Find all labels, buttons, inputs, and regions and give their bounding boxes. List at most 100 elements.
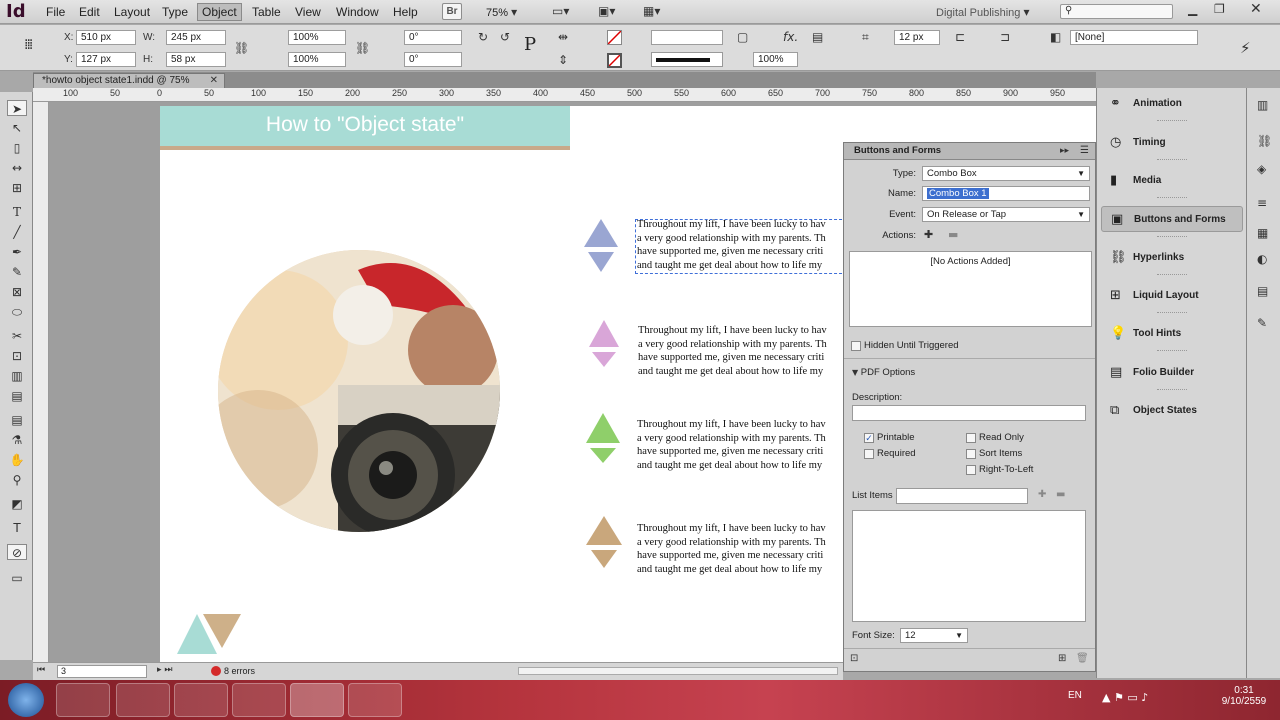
- screen-mode-tool-icon[interactable]: ▭: [7, 570, 27, 586]
- selected-frame[interactable]: [635, 219, 847, 274]
- triangle-up-1[interactable]: [584, 219, 618, 247]
- apply-none-icon[interactable]: ⊘: [7, 544, 27, 560]
- pdf-options-toggle[interactable]: ▼ PDF Options: [852, 367, 915, 378]
- errors-status[interactable]: 8 errors: [224, 666, 255, 676]
- rotate-ccw-icon[interactable]: ↺: [500, 30, 510, 44]
- horizontal-scrollbar[interactable]: [518, 667, 838, 675]
- dock-item-animation[interactable]: ⚭ Animation: [1101, 91, 1243, 117]
- align-left-icon[interactable]: ⊏: [955, 30, 965, 44]
- dock-item-tool-hints[interactable]: 💡 Tool Hints: [1101, 321, 1243, 347]
- pen-tool-icon[interactable]: ✒: [7, 244, 27, 260]
- panel-header[interactable]: Buttons and Forms ▸▸ ☰: [844, 143, 1095, 160]
- vertical-ruler[interactable]: [33, 102, 49, 662]
- menu-type[interactable]: Type: [162, 5, 188, 19]
- minimize-button[interactable]: ▁: [1188, 2, 1197, 16]
- fit-frame-icon[interactable]: ▢: [737, 30, 748, 44]
- dock-item-timing[interactable]: ◷ Timing: [1101, 130, 1243, 156]
- add-action-icon[interactable]: ✚: [924, 228, 933, 241]
- dock-item-folio-builder[interactable]: ▤ Folio Builder: [1101, 360, 1243, 386]
- constrain-proportions-icon[interactable]: ⛓: [234, 41, 249, 55]
- align-right-icon[interactable]: ⊐: [1000, 30, 1010, 44]
- page-title[interactable]: How to "Object state": [160, 113, 570, 137]
- gradient-icon[interactable]: ▤: [1257, 284, 1268, 298]
- dock-item-buttons-forms[interactable]: ▣ Buttons and Forms: [1101, 206, 1243, 232]
- menu-table[interactable]: Table: [252, 5, 281, 19]
- constrain-scale-icon[interactable]: ⛓: [355, 41, 370, 55]
- selection-tool-icon[interactable]: ➤: [7, 100, 27, 116]
- w-field[interactable]: 245 px: [166, 30, 226, 45]
- menu-window[interactable]: Window: [336, 5, 379, 19]
- stroke-swatch[interactable]: [607, 53, 622, 68]
- rotate-cw-icon[interactable]: ↻: [478, 30, 488, 44]
- indesign-taskbar-icon[interactable]: [290, 683, 344, 717]
- scale-x-field[interactable]: 100%: [288, 30, 346, 45]
- fill-swatch[interactable]: [607, 30, 622, 45]
- bridge-button[interactable]: Br: [442, 3, 462, 20]
- restore-button[interactable]: ❐: [1214, 2, 1225, 16]
- menu-object[interactable]: Object: [197, 3, 242, 21]
- menu-view[interactable]: View: [295, 5, 321, 19]
- document-tab[interactable]: *howto object state1.indd @ 75% ✕: [33, 73, 225, 89]
- paragraph-2[interactable]: Throughout my lift, I have been lucky to…: [638, 324, 843, 378]
- menu-help[interactable]: Help: [393, 5, 418, 19]
- x-field[interactable]: 510 px: [76, 30, 136, 45]
- ie-taskbar-icon[interactable]: [174, 683, 228, 717]
- text-frame-icon[interactable]: P: [524, 34, 536, 55]
- object-style-icon[interactable]: ◧: [1050, 30, 1061, 44]
- collapse-icon[interactable]: ▸▸: [1060, 143, 1069, 159]
- type-tool-icon[interactable]: T: [7, 204, 27, 220]
- flip-horizontal-icon[interactable]: ⇹: [558, 30, 568, 44]
- triangle-down-4[interactable]: [591, 550, 617, 568]
- gap-tool-icon[interactable]: ↔: [7, 160, 27, 176]
- view-options-icon[interactable]: ▭▾: [552, 4, 569, 18]
- stroke-type-select[interactable]: [651, 52, 723, 67]
- acrobat-taskbar-icon[interactable]: [232, 683, 286, 717]
- name-field[interactable]: Combo Box 1: [922, 186, 1090, 201]
- dock-item-liquid-layout[interactable]: ⊞ Liquid Layout: [1101, 283, 1243, 309]
- next-page-icon[interactable]: ▸ ⏭: [157, 665, 172, 675]
- printable-checkbox[interactable]: ✓: [864, 433, 874, 443]
- flip-vertical-icon[interactable]: ⇕: [558, 53, 568, 67]
- menu-file[interactable]: File: [46, 5, 65, 19]
- description-field[interactable]: [852, 405, 1086, 421]
- search-input[interactable]: ⚲: [1060, 4, 1173, 19]
- gradient-feather-tool-icon[interactable]: ▤: [7, 388, 27, 404]
- page-tool-icon[interactable]: ▯: [7, 140, 27, 156]
- effects-icon[interactable]: ✎: [1257, 316, 1267, 330]
- panel-menu-icon[interactable]: ☰: [1080, 143, 1089, 159]
- remove-list-item-icon[interactable]: ▬: [1056, 489, 1065, 500]
- list-items-box[interactable]: [852, 510, 1086, 622]
- add-list-item-icon[interactable]: ✚: [1038, 489, 1046, 500]
- color-icon[interactable]: ◐: [1257, 252, 1267, 266]
- text-wrap-icon[interactable]: ▤: [812, 30, 823, 44]
- y-field[interactable]: 127 px: [76, 52, 136, 67]
- read-only-checkbox[interactable]: [966, 433, 976, 443]
- font-size-select[interactable]: 12 ▼: [900, 628, 968, 643]
- workspace-switcher[interactable]: Digital Publishing ▾: [936, 5, 1029, 19]
- stroke-weight-field[interactable]: [651, 30, 723, 45]
- explorer-taskbar-icon[interactable]: [56, 683, 110, 717]
- first-page-icon[interactable]: ⏮: [37, 665, 45, 675]
- h-field[interactable]: 58 px: [166, 52, 226, 67]
- menu-layout[interactable]: Layout: [114, 5, 150, 19]
- list-item-field[interactable]: [896, 488, 1028, 504]
- effects-icon[interactable]: fx.: [783, 30, 798, 44]
- auto-fit-icon[interactable]: ⌗: [862, 30, 869, 45]
- free-transform-tool-icon[interactable]: ⊡: [7, 348, 27, 364]
- horizontal-ruler[interactable]: 100 50 0 50 100 150 200 250 300 350 400 450 500 550 60…: [33, 88, 1096, 102]
- arrange-documents-icon[interactable]: ▦▾: [643, 4, 660, 18]
- clock[interactable]: 0:31 9/10/2559: [1220, 685, 1268, 707]
- stroke-weight-px-field[interactable]: 12 px: [894, 30, 940, 45]
- links-icon[interactable]: ⛓: [1257, 134, 1272, 148]
- formatting-affects-icon[interactable]: T: [7, 520, 27, 536]
- triangle-down-1[interactable]: [588, 252, 614, 272]
- content-collector-icon[interactable]: ⊞: [7, 180, 27, 196]
- hand-tool-icon[interactable]: ✋: [7, 452, 27, 468]
- sort-items-checkbox[interactable]: [966, 449, 976, 459]
- dock-item-object-states[interactable]: ⧉ Object States: [1101, 398, 1243, 424]
- zoom-select[interactable]: 75% ▾: [486, 5, 517, 19]
- convert-object-icon[interactable]: ⊞: [1058, 653, 1066, 664]
- actions-list[interactable]: [No Actions Added]: [849, 251, 1092, 327]
- triangle-down-3[interactable]: [590, 448, 616, 463]
- dock-item-media[interactable]: ▮ Media: [1101, 168, 1243, 194]
